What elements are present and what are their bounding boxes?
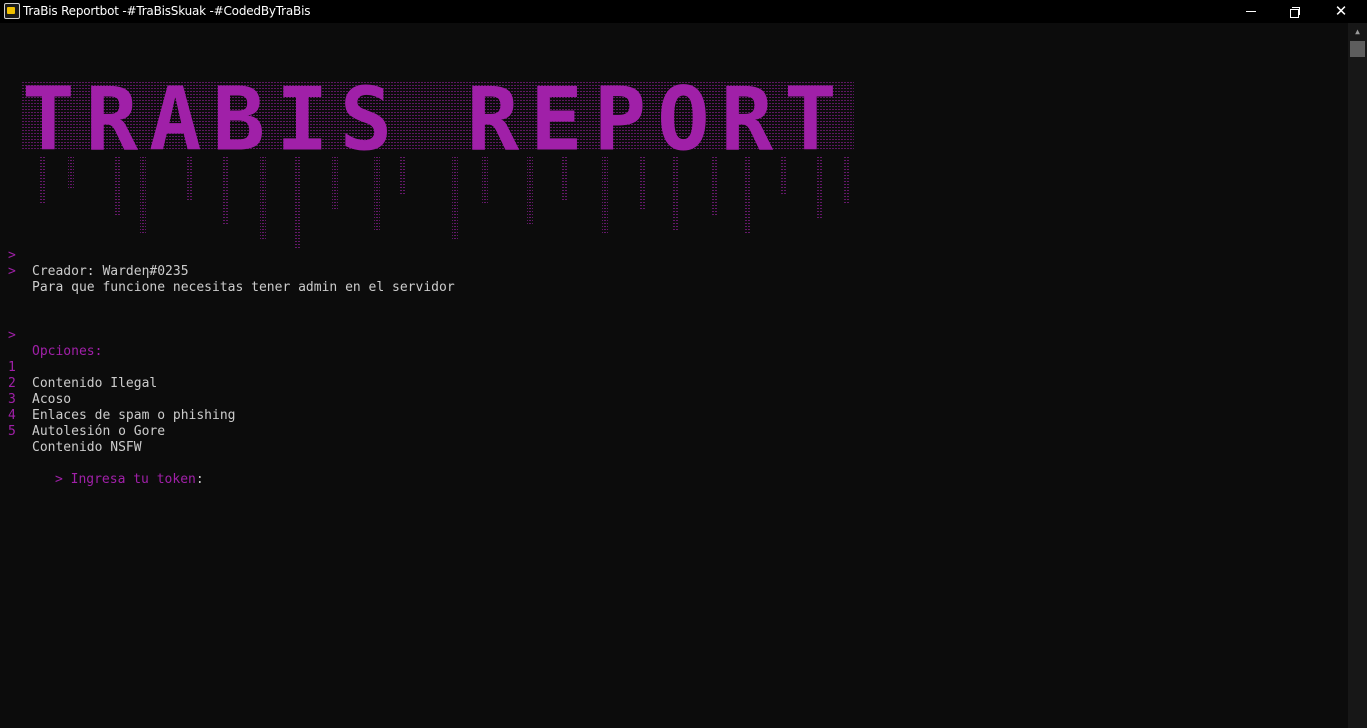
console-output[interactable]: TRABIS REPORT > Creador: Wardeη#0235 > P… <box>0 23 1348 728</box>
minimize-button[interactable] <box>1228 0 1274 23</box>
vertical-scrollbar[interactable]: ▲ <box>1348 23 1367 728</box>
scroll-up-icon[interactable]: ▲ <box>1348 23 1367 40</box>
token-prompt-colon: : <box>195 472 204 487</box>
minimize-icon <box>1246 11 1256 12</box>
option-item: 3 Enlaces de spam o phishing <box>0 376 236 423</box>
prompt-marker: > <box>8 328 16 343</box>
prompt-marker: > <box>8 264 16 279</box>
console-app-icon <box>4 3 20 19</box>
option-number: 5 <box>8 424 16 439</box>
creator-text: Creador: Wardeη#0235 <box>32 264 189 279</box>
options-heading-line: > Opciones: <box>0 312 102 359</box>
info-line-requirement: > Para que funcione necesitas tener admi… <box>0 248 455 295</box>
token-input-line[interactable]: > Ingresa tu token: <box>8 456 204 487</box>
option-label: Contenido NSFW <box>32 440 142 455</box>
close-button[interactable]: ✕ <box>1318 0 1364 23</box>
info-line-creator: > Creador: Wardeη#0235 <box>0 232 189 279</box>
console-window: TraBis Reportbot -#TraBisSkuak -#CodedBy… <box>0 0 1367 728</box>
ascii-banner: TRABIS REPORT <box>22 70 862 255</box>
option-item: 1 Contenido Ilegal <box>0 344 157 391</box>
close-icon: ✕ <box>1334 2 1348 20</box>
scrollbar-thumb[interactable] <box>1350 41 1365 57</box>
option-item: 5 Contenido NSFW <box>0 408 142 455</box>
requirement-text: Para que funcione necesitas tener admin … <box>32 280 455 295</box>
restore-icon <box>1290 6 1300 18</box>
option-label: Enlaces de spam o phishing <box>32 408 236 423</box>
option-item: 2 Acoso <box>0 360 71 407</box>
option-label: Contenido Ilegal <box>32 376 158 391</box>
option-item: 4 Autolesión o Gore <box>0 392 165 439</box>
option-label: Autolesión o Gore <box>32 424 166 439</box>
token-prompt: > Ingresa tu token <box>54 472 196 487</box>
banner-title: TRABIS REPORT <box>22 68 848 171</box>
title-bar[interactable]: TraBis Reportbot -#TraBisSkuak -#CodedBy… <box>0 0 1367 23</box>
window-title: TraBis Reportbot -#TraBisSkuak -#CodedBy… <box>23 4 311 18</box>
restore-button[interactable] <box>1272 0 1318 23</box>
